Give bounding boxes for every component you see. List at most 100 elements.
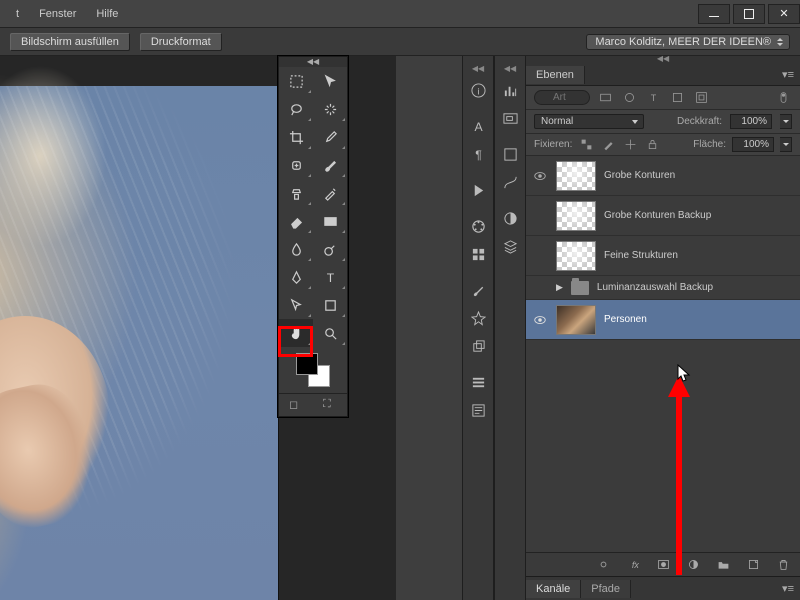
dodge-tool[interactable] <box>313 235 347 263</box>
fill-input[interactable] <box>732 137 774 152</box>
color-swatches[interactable] <box>296 353 330 387</box>
visibility-toggle[interactable] <box>532 248 548 264</box>
gradient-tool[interactable] <box>313 207 347 235</box>
maximize-button[interactable] <box>733 4 765 24</box>
screen-mode-icon[interactable]: ⛶ <box>323 398 337 412</box>
layer-effects-icon[interactable]: fx <box>624 556 642 574</box>
move-tool[interactable] <box>313 67 347 95</box>
navigator-icon[interactable] <box>495 104 525 132</box>
lock-all-icon[interactable] <box>644 137 660 153</box>
layer-group-row[interactable]: ▶ Luminanzauswahl Backup <box>526 276 800 300</box>
layer-row[interactable]: Personen <box>526 300 800 340</box>
bottom-panel-menu-icon[interactable]: ▾≡ <box>776 582 800 595</box>
layer-row[interactable]: Feine Strukturen <box>526 236 800 276</box>
opacity-dropdown[interactable] <box>780 114 792 129</box>
fill-screen-button[interactable]: Bildschirm ausfüllen <box>10 33 130 51</box>
crop-tool[interactable] <box>279 123 313 151</box>
path-select-tool[interactable] <box>279 291 313 319</box>
print-format-button[interactable]: Druckformat <box>140 33 222 51</box>
visibility-toggle[interactable] <box>532 312 548 328</box>
layer-name[interactable]: Grobe Konturen <box>604 170 675 181</box>
tab-layers[interactable]: Ebenen <box>526 66 585 84</box>
lock-position-icon[interactable] <box>622 137 638 153</box>
brush-icon[interactable] <box>463 276 493 304</box>
fill-dropdown[interactable] <box>780 137 792 152</box>
foreground-color[interactable] <box>296 353 318 375</box>
styles-icon[interactable] <box>463 240 493 268</box>
blend-mode-select[interactable]: Normal <box>534 114 644 129</box>
channels-icon[interactable] <box>495 140 525 168</box>
magic-wand-tool[interactable] <box>313 95 347 123</box>
adjustment-layer-icon[interactable] <box>684 556 702 574</box>
pen-tool[interactable] <box>279 263 313 291</box>
histogram-icon[interactable] <box>495 76 525 104</box>
filter-shape-icon[interactable] <box>668 89 686 107</box>
filter-toggle-switch[interactable] <box>774 89 792 107</box>
layer-group-icon[interactable] <box>714 556 732 574</box>
info-icon[interactable]: i <box>463 76 493 104</box>
layer-row[interactable]: Grobe Konturen <box>526 156 800 196</box>
brush-tool[interactable] <box>313 151 347 179</box>
notes-icon[interactable] <box>463 396 493 424</box>
panel-menu-icon[interactable]: ▾≡ <box>776 68 800 81</box>
layer-thumbnail[interactable] <box>556 201 596 231</box>
layer-name[interactable]: Luminanzauswahl Backup <box>597 282 713 293</box>
quick-mask-icon[interactable]: ◻ <box>289 398 303 412</box>
swatches-icon[interactable] <box>463 212 493 240</box>
character-icon[interactable]: A <box>463 112 493 140</box>
layer-filter-input[interactable] <box>534 90 590 105</box>
new-layer-icon[interactable] <box>744 556 762 574</box>
eyedropper-tool[interactable] <box>313 123 347 151</box>
minimize-button[interactable] <box>698 4 730 24</box>
visibility-toggle[interactable] <box>532 168 548 184</box>
layer-thumbnail[interactable] <box>556 241 596 271</box>
lasso-tool[interactable] <box>279 95 313 123</box>
marquee-tool[interactable] <box>279 67 313 95</box>
layer-name[interactable]: Grobe Konturen Backup <box>604 210 711 221</box>
filter-smart-icon[interactable] <box>692 89 710 107</box>
eraser-tool[interactable] <box>279 207 313 235</box>
tab-paths[interactable]: Pfade <box>581 580 631 598</box>
clone-stamp-tool[interactable] <box>279 179 313 207</box>
lock-transparency-icon[interactable] <box>578 137 594 153</box>
adjustments-icon[interactable] <box>495 204 525 232</box>
lock-paint-icon[interactable] <box>600 137 616 153</box>
layers-small-icon[interactable] <box>495 232 525 260</box>
paths-icon[interactable] <box>495 168 525 196</box>
visibility-toggle[interactable] <box>532 280 548 296</box>
opacity-input[interactable] <box>730 114 772 129</box>
tab-channels[interactable]: Kanäle <box>526 580 581 598</box>
play-icon[interactable] <box>463 176 493 204</box>
layer-thumbnail[interactable] <box>556 161 596 191</box>
type-tool[interactable]: T <box>313 263 347 291</box>
blur-tool[interactable] <box>279 235 313 263</box>
close-button[interactable] <box>768 4 800 24</box>
filter-pixel-icon[interactable] <box>596 89 614 107</box>
filter-adjust-icon[interactable] <box>620 89 638 107</box>
layer-name[interactable]: Feine Strukturen <box>604 250 678 261</box>
clone-source-icon[interactable] <box>463 332 493 360</box>
menu-item-fenster[interactable]: Fenster <box>31 4 84 24</box>
healing-brush-tool[interactable] <box>279 151 313 179</box>
menu-item-hilfe[interactable]: Hilfe <box>88 4 126 24</box>
document-canvas[interactable] <box>0 56 278 600</box>
visibility-toggle[interactable] <box>532 208 548 224</box>
layer-thumbnail[interactable] <box>556 305 596 335</box>
layer-name[interactable]: Personen <box>604 314 647 325</box>
workspace-selector[interactable]: Marco Kolditz, MEER DER IDEEN® <box>586 34 790 50</box>
shape-tool[interactable] <box>313 291 347 319</box>
delete-layer-icon[interactable] <box>774 556 792 574</box>
menu-item-t[interactable]: t <box>8 4 27 24</box>
brush-presets-icon[interactable] <box>463 304 493 332</box>
paragraph-icon[interactable]: ¶ <box>463 140 493 168</box>
group-disclosure-icon[interactable]: ▶ <box>556 282 563 293</box>
history-brush-tool[interactable] <box>313 179 347 207</box>
layer-row[interactable]: Grobe Konturen Backup <box>526 196 800 236</box>
zoom-tool[interactable] <box>313 319 347 347</box>
layer-mask-icon[interactable] <box>654 556 672 574</box>
hand-tool[interactable] <box>279 319 313 347</box>
link-layers-icon[interactable] <box>594 556 612 574</box>
history-icon[interactable] <box>463 368 493 396</box>
filter-type-icon[interactable]: T <box>644 89 662 107</box>
tools-collapse-handle[interactable]: ◀◀ <box>279 57 347 67</box>
